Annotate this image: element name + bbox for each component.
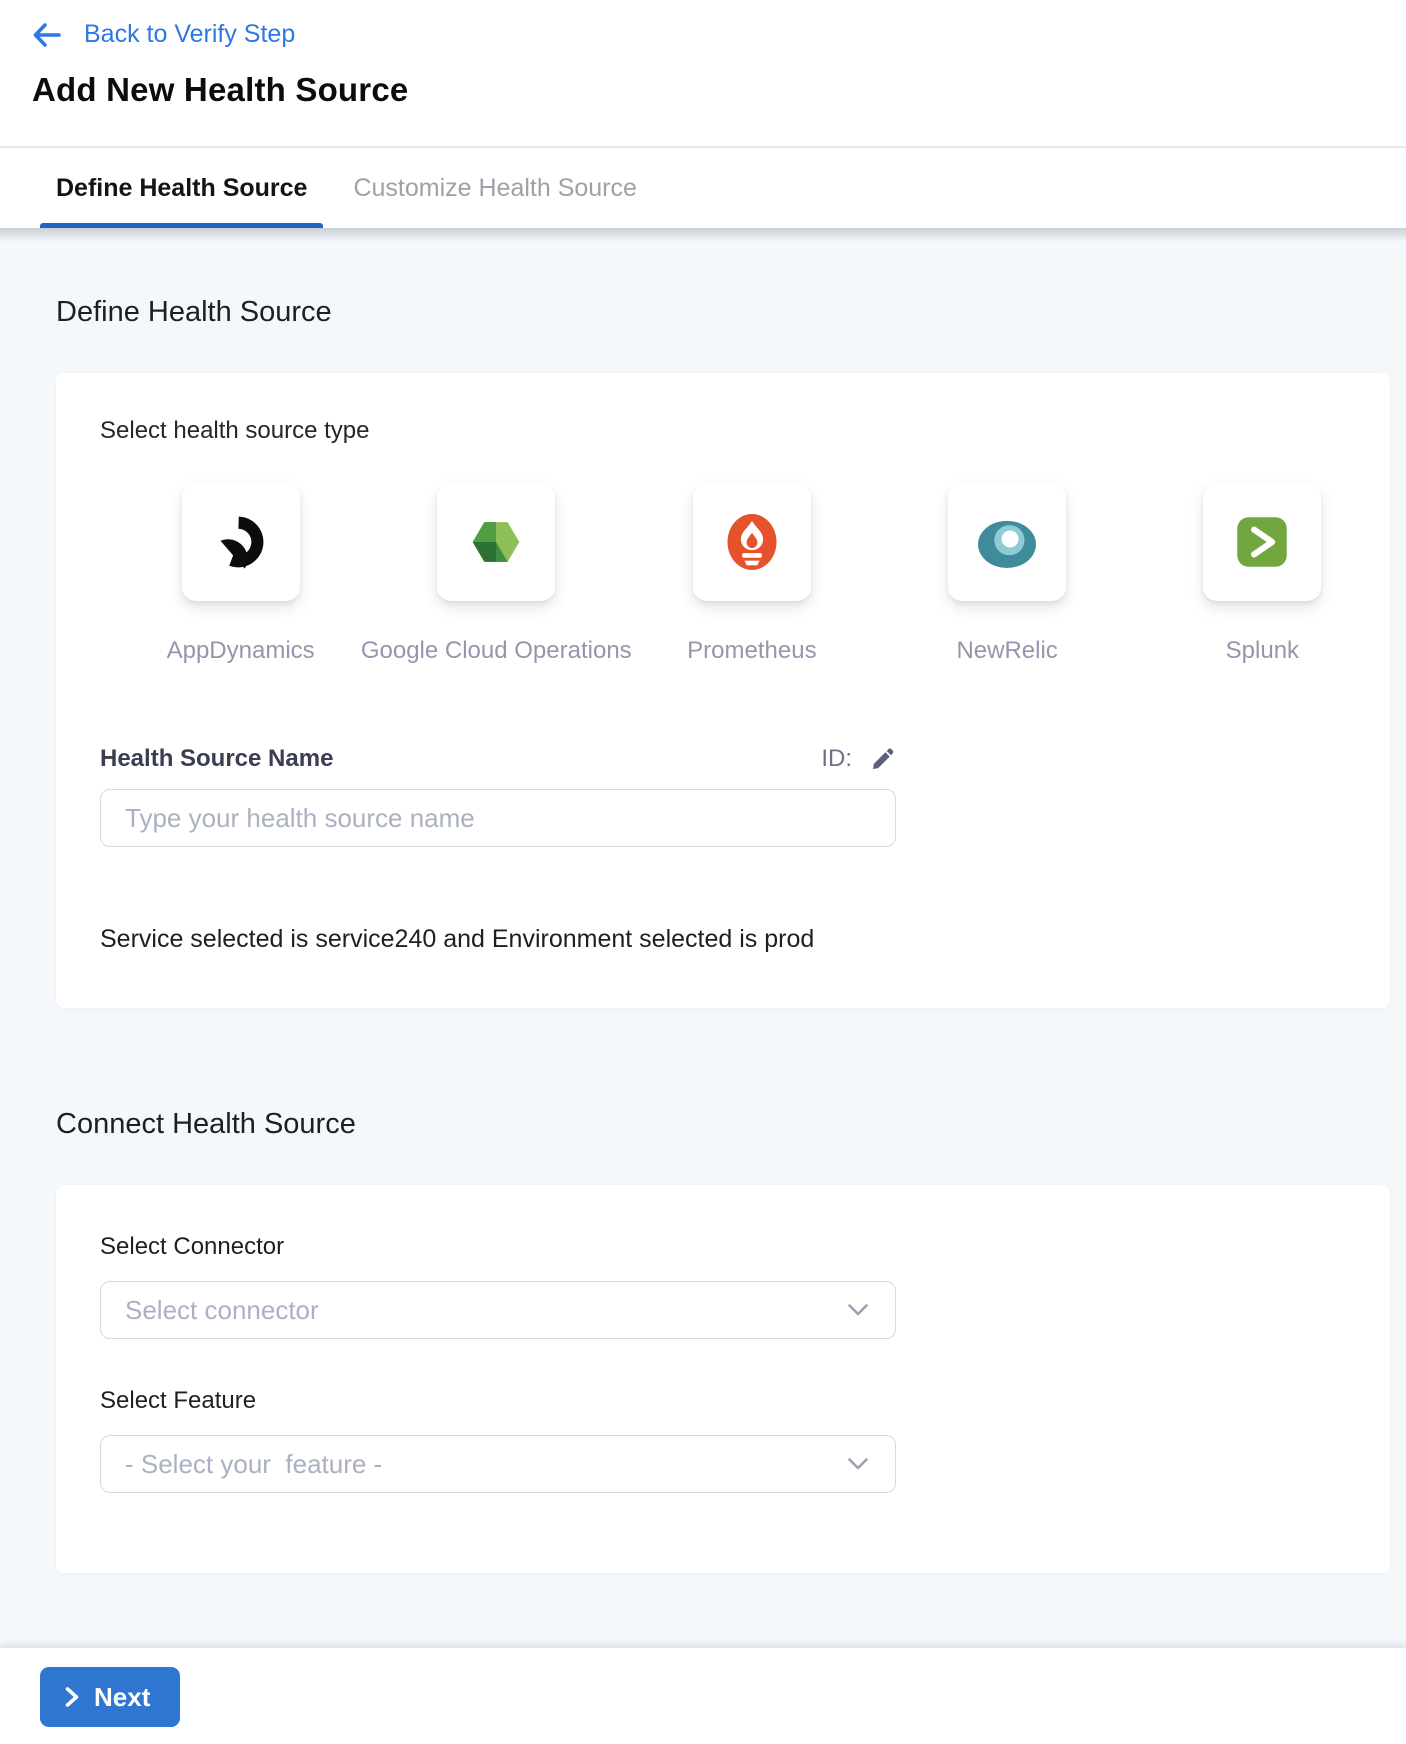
source-type-label: NewRelic <box>956 637 1057 665</box>
source-type-card-splunk[interactable] <box>1203 483 1321 601</box>
back-link-label: Back to Verify Step <box>84 20 295 49</box>
next-chevron-icon <box>64 1685 80 1709</box>
select-source-type-label: Select health source type <box>100 417 1390 445</box>
source-type-item-gco: Google Cloud Operations <box>368 483 624 665</box>
health-source-name-row: Health Source Name ID: <box>100 745 896 773</box>
source-type-label: Prometheus <box>687 637 816 665</box>
define-section-heading: Define Health Source <box>56 296 1406 329</box>
splunk-icon <box>1235 515 1289 569</box>
appdynamics-icon <box>212 513 270 571</box>
connector-select-placeholder: Select connector <box>125 1295 319 1326</box>
prometheus-icon <box>724 514 780 570</box>
page-header: Back to Verify Step Add New Health Sourc… <box>0 0 1406 148</box>
source-type-item-splunk: Splunk <box>1135 483 1390 665</box>
source-type-tiles: AppDynamics Google Cloud Operations <box>113 483 1390 665</box>
page-title: Add New Health Source <box>32 71 1406 109</box>
source-type-item-newrelic: NewRelic <box>880 483 1135 665</box>
next-button[interactable]: Next <box>40 1667 180 1727</box>
source-type-item-appdynamics: AppDynamics <box>113 483 368 665</box>
id-label: ID: <box>821 745 852 773</box>
source-type-label: Google Cloud Operations <box>361 637 632 665</box>
source-type-card-appdynamics[interactable] <box>182 483 300 601</box>
google-cloud-operations-icon <box>468 514 524 570</box>
feature-select-placeholder: - Select your feature - <box>125 1449 382 1480</box>
source-type-label: AppDynamics <box>167 637 315 665</box>
tab-bar: Define Health Source Customize Health So… <box>0 148 1406 228</box>
edit-id-icon[interactable] <box>870 746 896 772</box>
tab-define-health-source[interactable]: Define Health Source <box>40 148 323 228</box>
source-type-card-gco[interactable] <box>437 483 555 601</box>
source-type-card-newrelic[interactable] <box>948 483 1066 601</box>
select-feature-label: Select Feature <box>100 1387 1390 1415</box>
health-source-name-label: Health Source Name <box>100 745 333 773</box>
service-environment-note: Service selected is service240 and Envir… <box>100 925 1390 954</box>
define-health-source-card: Select health source type AppDynamics <box>56 373 1390 1008</box>
connector-select[interactable]: Select connector <box>100 1281 896 1339</box>
tab-customize-health-source[interactable]: Customize Health Source <box>337 148 652 228</box>
id-group: ID: <box>821 745 896 773</box>
health-source-name-input[interactable] <box>100 789 896 847</box>
newrelic-icon <box>978 513 1036 571</box>
source-type-item-prometheus: Prometheus <box>624 483 879 665</box>
connect-section-heading: Connect Health Source <box>56 1108 1406 1141</box>
footer-bar: Next <box>0 1648 1406 1744</box>
feature-select[interactable]: - Select your feature - <box>100 1435 896 1493</box>
chevron-down-icon <box>847 1303 869 1317</box>
main-content: Define Health Source Select health sourc… <box>0 228 1406 1648</box>
back-arrow-icon <box>32 22 62 48</box>
source-type-label: Splunk <box>1226 637 1299 665</box>
next-button-label: Next <box>94 1682 150 1713</box>
source-type-card-prometheus[interactable] <box>693 483 811 601</box>
connect-health-source-card: Select Connector Select connector Select… <box>56 1185 1390 1573</box>
chevron-down-icon <box>847 1457 869 1471</box>
select-connector-label: Select Connector <box>100 1233 1390 1261</box>
back-to-verify-step-link[interactable]: Back to Verify Step <box>32 20 295 49</box>
